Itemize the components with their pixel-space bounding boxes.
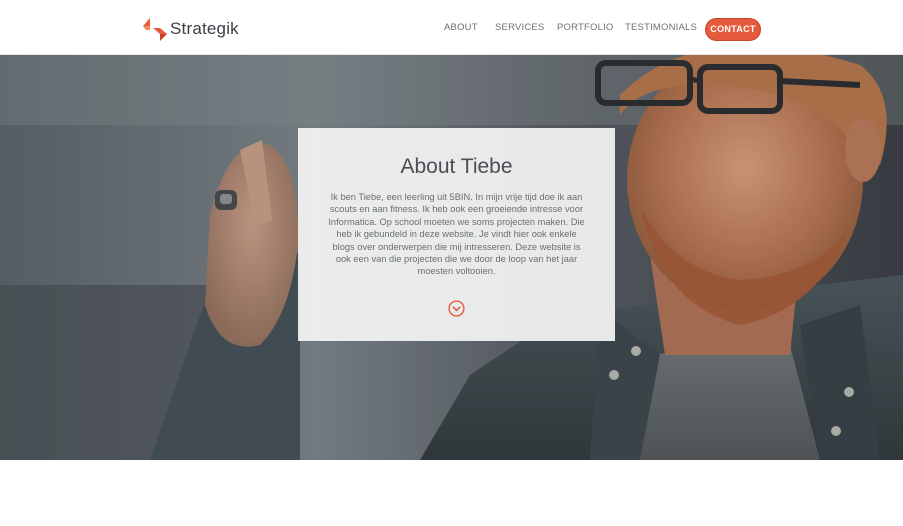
- contact-button[interactable]: CONTACT: [705, 18, 761, 41]
- main-navigation: ABOUT SERVICES PORTFOLIO TESTIMONIALS: [0, 19, 903, 41]
- nav-item-services[interactable]: SERVICES: [495, 22, 544, 33]
- page-content-area: [0, 460, 903, 526]
- chevron-down-circle-icon[interactable]: [448, 300, 465, 317]
- nav-item-portfolio[interactable]: PORTFOLIO: [557, 22, 614, 33]
- about-title: About Tiebe: [400, 155, 513, 178]
- nav-item-testimonials[interactable]: TESTIMONIALS: [625, 22, 697, 33]
- site-header: Strategik ABOUT SERVICES PORTFOLIO TESTI…: [0, 0, 903, 55]
- about-description: Ik ben Tiebe, een leerling uit 5BIN. In …: [328, 192, 585, 277]
- hero-section: About Tiebe Ik ben Tiebe, een leerling u…: [0, 55, 903, 460]
- nav-item-about[interactable]: ABOUT: [444, 22, 478, 33]
- about-card: About Tiebe Ik ben Tiebe, een leerling u…: [298, 128, 615, 341]
